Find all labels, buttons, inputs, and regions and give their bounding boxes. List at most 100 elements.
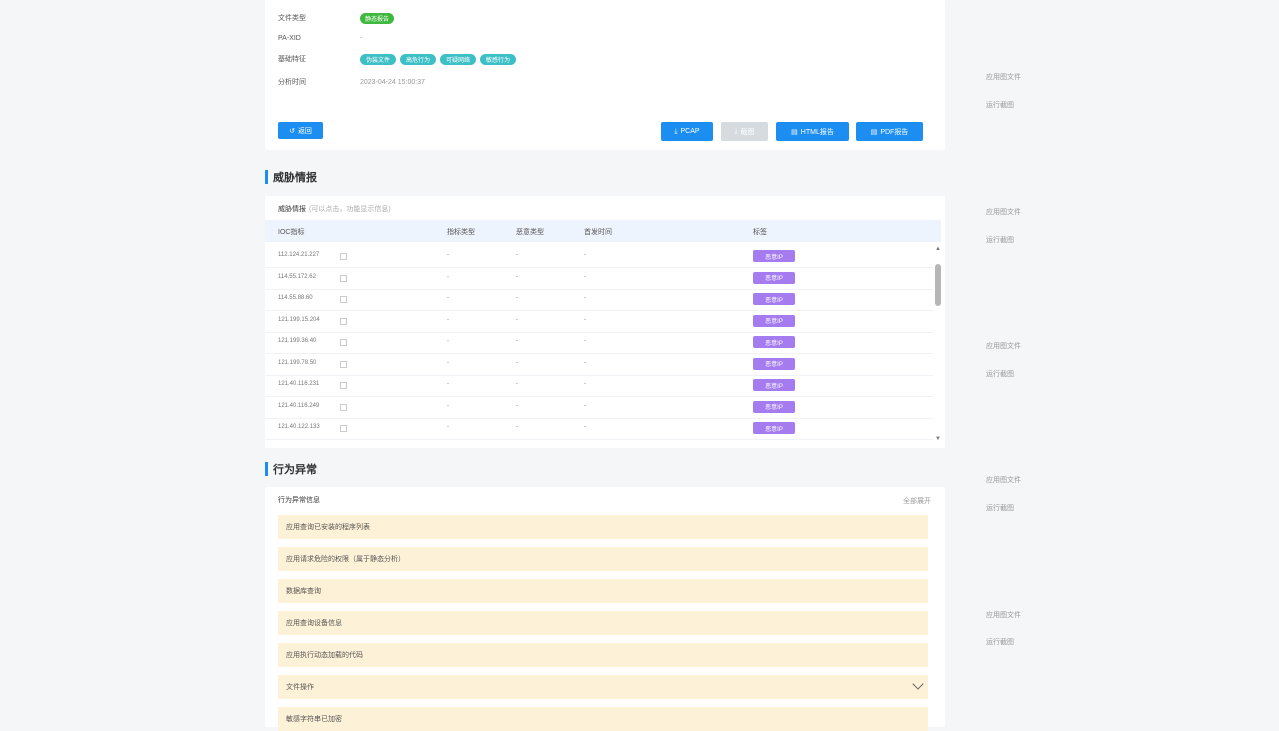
scroll-up-arrow[interactable]: ▲ (935, 246, 941, 252)
file-type-row: 文件类型 静态报告 (278, 12, 395, 24)
copy-icon[interactable] (340, 274, 347, 282)
html-report-button[interactable]: ▤ HTML报告 (776, 122, 849, 141)
ioc-tag: 恶意IP (753, 250, 795, 262)
rail-link[interactable]: 应用图文件 (986, 475, 1021, 485)
ioc-value: 121.199.78.50 (278, 359, 317, 366)
indicator-type-value: - (447, 359, 449, 366)
rail-link[interactable]: 运行截图 (986, 369, 1014, 379)
table-row[interactable]: 114.55.88.60 - - - 恶意IP (265, 289, 933, 311)
ioc-tag: 恶意IP (753, 422, 795, 434)
rail-link[interactable]: 应用图文件 (986, 610, 1021, 620)
threat-sub-title: 威胁情报 (278, 206, 306, 213)
behavior-item-label: 应用请求危险的权限（属于静态分析） (286, 556, 405, 563)
behavior-item-label: 应用查询设备信息 (286, 620, 342, 627)
screenshot-button-label: 截图 (740, 128, 755, 136)
indicator-type-value: - (447, 402, 449, 409)
back-button[interactable]: ↺ 返回 (278, 122, 323, 139)
behavior-item[interactable]: 敏感字符串已加密 (278, 707, 928, 731)
analysis-time-value: 2023-04-24 15:00:37 (360, 78, 425, 86)
col-indicator-type: 指标类型 (447, 229, 475, 236)
copy-icon[interactable] (340, 296, 347, 303)
threat-intel-card: 威胁情报 (可以点击，功能显示信息) IOC指标 指标类型 恶意类型 首发时间 标… (265, 196, 945, 448)
download-icon: ⤓ (674, 127, 678, 135)
first-seen-value: - (584, 338, 586, 344)
document-icon: ▤ (870, 128, 878, 136)
copy-icon[interactable] (340, 382, 347, 389)
copy-icon[interactable] (340, 403, 347, 411)
behavior-item[interactable]: 应用执行动态加载的代码 (278, 643, 928, 667)
indicator-type-value: - (447, 381, 449, 387)
copy-icon[interactable] (340, 360, 347, 368)
threat-section-title-text: 威胁情报 (273, 172, 317, 184)
section-accent-bar (265, 170, 268, 184)
first-seen-value: - (584, 273, 586, 280)
indicator-type-value: - (447, 273, 449, 280)
first-seen-value: - (584, 402, 586, 409)
copy-icon[interactable] (340, 425, 347, 432)
indicator-type-value: - (447, 316, 449, 323)
threat-sub-hint: (可以点击，功能显示信息) (309, 206, 391, 213)
col-tag: 标签 (753, 229, 767, 236)
analysis-time-row: 分析时间 2023-04-24 15:00:37 (278, 76, 425, 88)
indicator-type-value: - (447, 295, 449, 301)
ioc-value: 121.199.15.204 (278, 316, 320, 323)
rail-link[interactable]: 运行截图 (986, 503, 1014, 513)
table-row[interactable]: 121.199.15.204 - - - 恶意IP (265, 311, 933, 333)
analysis-time-label: 分析时间 (278, 79, 306, 86)
behavior-item-label: 应用查询已安装的程序列表 (286, 524, 370, 531)
table-row[interactable]: 114.55.172.62 - - - 恶意IP (265, 268, 933, 290)
chevron-down-icon[interactable] (912, 678, 924, 690)
ioc-value: 114.55.88.60 (278, 295, 313, 301)
expand-all-link[interactable]: 全部展开 (903, 496, 931, 506)
rail-link[interactable]: 运行截图 (986, 235, 1014, 245)
ioc-value: 112.124.21.227 (278, 252, 320, 258)
rail-link[interactable]: 应用图文件 (986, 341, 1021, 351)
behavior-item[interactable]: 文件操作 (278, 675, 928, 699)
pcap-button[interactable]: ⤓ PCAP (661, 122, 713, 141)
table-row[interactable]: 121.199.78.50 - - - 恶意IP (265, 354, 933, 376)
screenshot-button[interactable]: ⤓ 截图 (721, 122, 768, 141)
pcap-button-label: PCAP (680, 128, 700, 135)
behavior-item[interactable]: 应用查询已安装的程序列表 (278, 515, 928, 539)
behavior-item[interactable]: 数据库查询 (278, 579, 928, 603)
copy-icon[interactable] (340, 317, 347, 325)
pa-id-row: PA-XID - (278, 32, 362, 44)
feature-tag: 伪装文件 (360, 53, 397, 65)
malicious-type-value: - (516, 295, 518, 301)
behavior-item-label: 文件操作 (286, 684, 314, 691)
feature-tag: 可疑网络 (440, 53, 477, 65)
ioc-tag: 恶意IP (753, 314, 795, 327)
behavior-sub-title: 行为异常信息 (278, 497, 320, 504)
indicator-type-value: - (447, 424, 449, 430)
table-row[interactable]: 121.40.116.231 - - - 恶意IP (265, 375, 933, 397)
table-row[interactable]: 121.40.116.249 - - - 恶意IP (265, 397, 933, 419)
pdf-report-button[interactable]: ▤ PDF报告 (856, 122, 923, 141)
behavior-item[interactable]: 应用请求危险的权限（属于静态分析） (278, 547, 928, 571)
malicious-type-value: - (516, 273, 518, 280)
table-row[interactable]: 121.199.36.40 - - - 恶意IP (265, 332, 933, 354)
rail-link[interactable]: 应用图文件 (986, 72, 1021, 82)
html-report-button-label: HTML报告 (800, 128, 834, 136)
col-ioc: IOC指标 (278, 229, 305, 236)
table-row[interactable]: 112.124.21.227 - - - 恶意IP (265, 246, 933, 268)
ioc-value: 114.55.172.62 (278, 273, 316, 280)
first-seen-value: - (584, 359, 586, 366)
pa-id-value: - (360, 34, 363, 42)
download-icon: ⤓ (734, 127, 738, 135)
copy-icon[interactable] (340, 339, 347, 346)
malicious-type-value: - (516, 359, 518, 366)
copy-icon[interactable] (340, 253, 347, 260)
malicious-type-value: - (516, 316, 518, 323)
rail-link[interactable]: 运行截图 (986, 637, 1014, 647)
rail-link[interactable]: 应用图文件 (986, 207, 1021, 217)
rail-link[interactable]: 运行截图 (986, 100, 1014, 110)
back-arrow-icon: ↺ (289, 127, 295, 135)
threat-section-title: 威胁情报 (265, 170, 317, 184)
table-row[interactable]: 121.40.122.133 - - - 恶意IP (265, 418, 933, 440)
behavior-section-title: 行为异常 (265, 462, 317, 476)
scroll-down-arrow[interactable]: ▼ (935, 436, 941, 442)
behavior-item[interactable]: 应用查询设备信息 (278, 611, 928, 635)
table-scrollbar[interactable] (935, 264, 941, 306)
ioc-value: 121.40.116.249 (278, 402, 320, 409)
indicator-type-value: - (447, 252, 449, 258)
